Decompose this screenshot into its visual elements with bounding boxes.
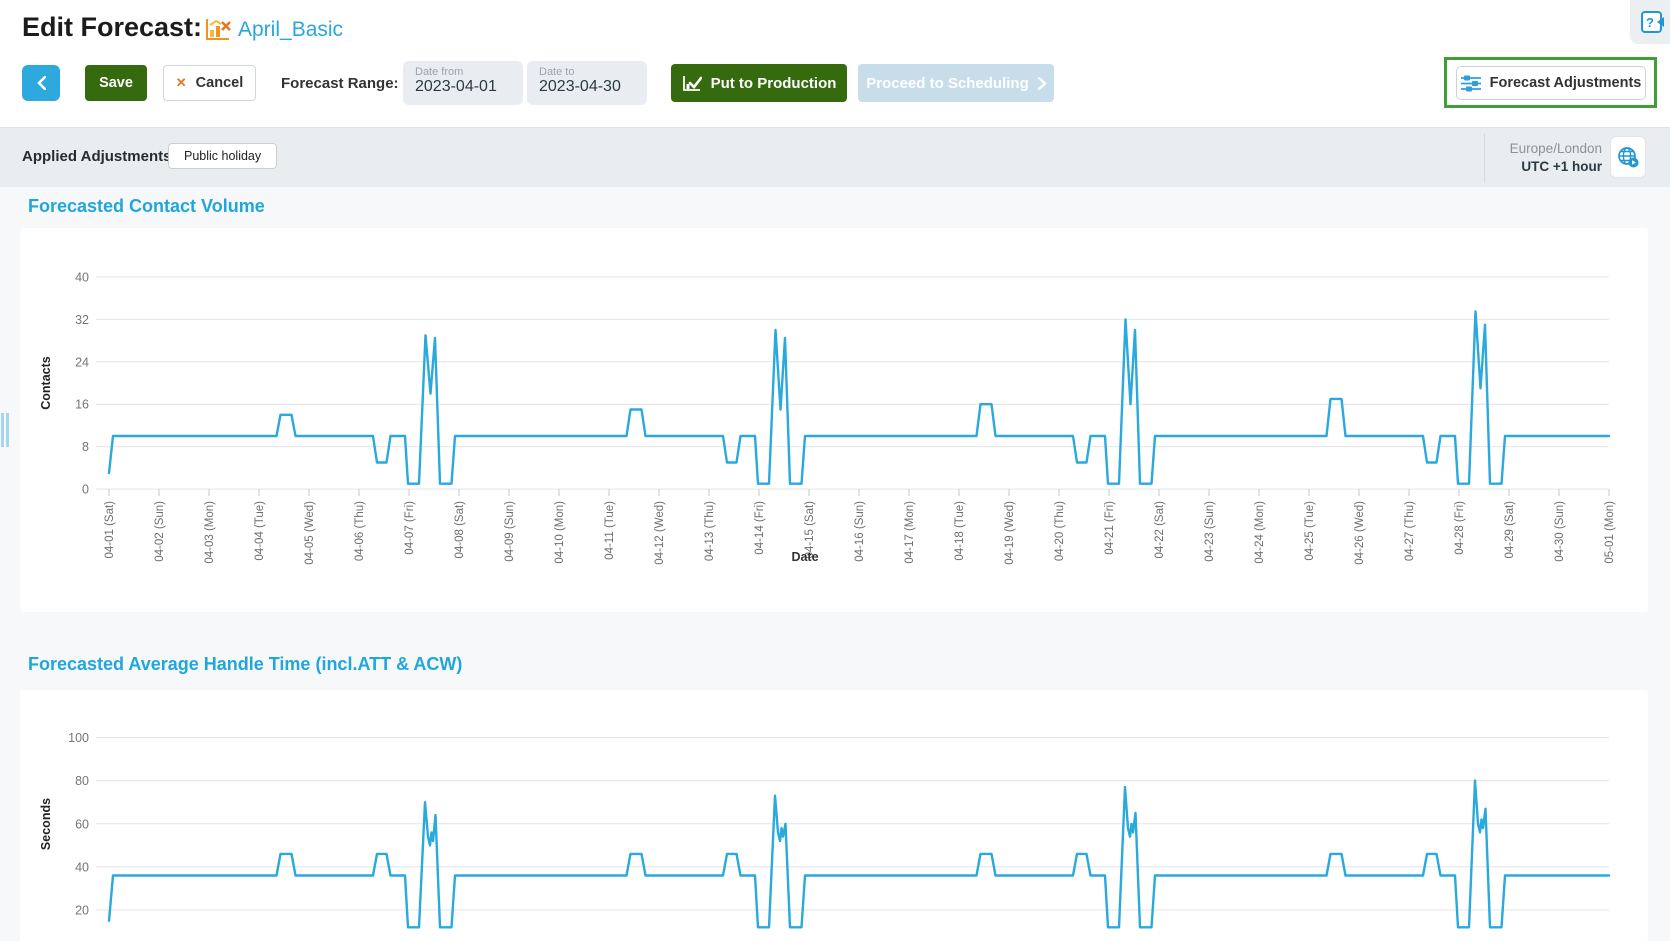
svg-text:Seconds: Seconds <box>39 798 53 850</box>
svg-text:40: 40 <box>75 271 89 285</box>
svg-text:?: ? <box>1646 15 1654 30</box>
date-from-value: 2023-04-01 <box>415 78 511 96</box>
svg-text:100: 100 <box>68 731 89 745</box>
svg-text:04-02 (Sun): 04-02 (Sun) <box>154 501 166 562</box>
forecast-adjustments-button[interactable]: Forecast Adjustments <box>1456 66 1646 100</box>
date-from-label: Date from <box>415 66 511 78</box>
page-title: Edit Forecast: <box>22 12 202 43</box>
svg-text:04-08 (Sat): 04-08 (Sat) <box>454 501 466 559</box>
svg-text:04-04 (Tue): 04-04 (Tue) <box>254 501 266 561</box>
svg-text:04-29 (Sat): 04-29 (Sat) <box>1504 501 1516 559</box>
timezone-region: Europe/London <box>1510 141 1602 156</box>
svg-text:04-25 (Tue): 04-25 (Tue) <box>1304 501 1316 561</box>
date-to-value: 2023-04-30 <box>539 78 635 96</box>
cancel-label: Cancel <box>196 75 244 91</box>
svg-text:16: 16 <box>75 398 89 412</box>
contact-volume-chart: 0 8 16 24 32 40 04-01 (Sat) 04-02 (Sun) 04-03 (M… <box>20 228 1648 612</box>
timezone-info: Europe/London UTC +1 hour <box>1470 140 1602 176</box>
aht-card: 20 40 60 80 100 Seconds <box>20 690 1648 941</box>
svg-text:04-18 (Tue): 04-18 (Tue) <box>954 501 966 561</box>
proceed-to-scheduling-label: Proceed to Scheduling <box>866 75 1029 92</box>
svg-text:04-30 (Sun): 04-30 (Sun) <box>1554 501 1566 562</box>
put-to-production-button[interactable]: Put to Production <box>671 64 847 102</box>
svg-text:04-01 (Sat): 04-01 (Sat) <box>104 501 116 559</box>
timezone-button[interactable] <box>1610 136 1646 178</box>
svg-text:04-19 (Wed): 04-19 (Wed) <box>1004 501 1016 565</box>
sliders-icon <box>1461 75 1481 92</box>
chart-check-icon <box>682 75 702 92</box>
forecast-adjustments-label: Forecast Adjustments <box>1490 75 1642 91</box>
cancel-button[interactable]: ✕ Cancel <box>163 65 256 101</box>
svg-text:04-22 (Sat): 04-22 (Sat) <box>1154 501 1166 559</box>
svg-text:32: 32 <box>75 313 89 327</box>
svg-text:04-23 (Sun): 04-23 (Sun) <box>1204 501 1216 562</box>
adjustment-chip[interactable]: Public holiday <box>168 143 277 169</box>
save-label: Save <box>99 75 133 91</box>
aht-title: Forecasted Average Handle Time (incl.ATT… <box>28 654 462 675</box>
globe-icon <box>1616 145 1640 169</box>
applied-adjustments-bar: Applied Adjustments: Public holiday Euro… <box>0 127 1670 187</box>
date-to-field[interactable]: Date to 2023-04-30 <box>527 61 647 105</box>
svg-text:04-03 (Mon): 04-03 (Mon) <box>204 501 216 564</box>
put-to-production-label: Put to Production <box>711 75 837 92</box>
svg-text:04-12 (Wed): 04-12 (Wed) <box>654 501 666 565</box>
svg-text:04-24 (Mon): 04-24 (Mon) <box>1254 501 1266 564</box>
svg-text:8: 8 <box>82 440 89 454</box>
chevron-right-icon <box>1038 77 1046 90</box>
contact-volume-title: Forecasted Contact Volume <box>28 196 265 217</box>
save-button[interactable]: Save <box>85 65 147 101</box>
svg-text:40: 40 <box>75 860 89 874</box>
proceed-to-scheduling-button: Proceed to Scheduling <box>858 64 1054 102</box>
chevron-left-icon <box>37 76 46 90</box>
svg-text:Date: Date <box>791 550 818 564</box>
svg-text:04-28 (Fri): 04-28 (Fri) <box>1454 501 1466 555</box>
svg-text:Contacts: Contacts <box>39 356 53 410</box>
svg-text:04-09 (Sun): 04-09 (Sun) <box>504 501 516 562</box>
svg-text:04-20 (Thu): 04-20 (Thu) <box>1054 501 1066 561</box>
svg-text:20: 20 <box>75 904 89 918</box>
svg-text:04-17 (Mon): 04-17 (Mon) <box>904 501 916 564</box>
svg-text:04-07 (Fri): 04-07 (Fri) <box>404 501 416 555</box>
contact-volume-card: 0 8 16 24 32 40 04-01 (Sat) 04-02 (Sun) 04-03 (M… <box>20 228 1648 612</box>
svg-text:80: 80 <box>75 774 89 788</box>
svg-text:04-27 (Thu): 04-27 (Thu) <box>1404 501 1416 561</box>
timezone-offset: UTC +1 hour <box>1521 159 1602 174</box>
svg-text:04-16 (Sun): 04-16 (Sun) <box>854 501 866 562</box>
forecast-range-label: Forecast Range: <box>281 75 399 92</box>
svg-text:04-10 (Mon): 04-10 (Mon) <box>554 501 566 564</box>
date-to-label: Date to <box>539 66 635 78</box>
svg-text:04-21 (Fri): 04-21 (Fri) <box>1104 501 1116 555</box>
help-panel-icon[interactable]: ? <box>1640 9 1665 36</box>
back-button[interactable] <box>22 65 60 101</box>
x-icon: ✕ <box>176 75 187 91</box>
svg-text:04-05 (Wed): 04-05 (Wed) <box>304 501 316 565</box>
svg-text:04-13 (Thu): 04-13 (Thu) <box>704 501 716 561</box>
svg-text:04-14 (Fri): 04-14 (Fri) <box>754 501 766 555</box>
svg-text:04-26 (Wed): 04-26 (Wed) <box>1354 501 1366 565</box>
aht-chart: 20 40 60 80 100 Seconds <box>20 690 1648 941</box>
svg-text:60: 60 <box>75 817 89 831</box>
svg-text:24: 24 <box>75 355 89 369</box>
svg-text:05-01 (Mon): 05-01 (Mon) <box>1604 501 1616 564</box>
svg-text:04-11 (Tue): 04-11 (Tue) <box>604 501 616 560</box>
applied-adjustments-label: Applied Adjustments: <box>22 148 176 165</box>
panel-drag-handle[interactable] <box>1 413 10 447</box>
forecast-name[interactable]: April_Basic <box>238 18 343 42</box>
date-from-field[interactable]: Date from 2023-04-01 <box>403 61 523 105</box>
svg-text:04-06 (Thu): 04-06 (Thu) <box>354 501 366 561</box>
forecast-chart-icon <box>204 17 232 43</box>
svg-text:0: 0 <box>82 483 89 497</box>
